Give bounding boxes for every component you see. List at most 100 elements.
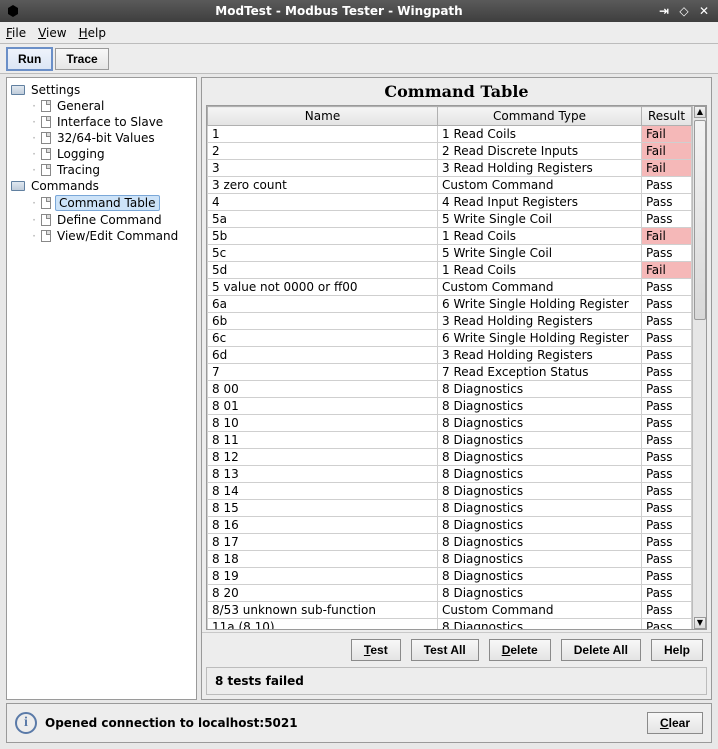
cell-type: 3 Read Holding Registers	[438, 347, 642, 364]
close-icon[interactable]: ✕	[696, 3, 712, 19]
trace-button[interactable]: Trace	[55, 48, 108, 70]
col-name[interactable]: Name	[208, 107, 438, 126]
cell-type: 1 Read Coils	[438, 126, 642, 143]
menu-view[interactable]: View	[38, 26, 66, 40]
tree-folder-commands[interactable]: Commands	[7, 178, 196, 194]
cell-type: 8 Diagnostics	[438, 619, 642, 630]
file-icon	[41, 148, 51, 160]
test-button[interactable]: Test	[351, 639, 401, 661]
tree-item[interactable]: ·Command Table	[7, 194, 196, 212]
toolbar: Run Trace	[0, 44, 718, 74]
table-row[interactable]: 8 018 DiagnosticsPass	[208, 398, 692, 415]
table-row[interactable]: 5d1 Read CoilsFail	[208, 262, 692, 279]
cell-name: 3	[208, 160, 438, 177]
vertical-scrollbar[interactable]: ▲ ▼	[692, 106, 706, 629]
table-row[interactable]: 6d3 Read Holding RegistersPass	[208, 347, 692, 364]
table-row[interactable]: 8 008 DiagnosticsPass	[208, 381, 692, 398]
cell-type: 8 Diagnostics	[438, 398, 642, 415]
table-row[interactable]: 22 Read Discrete InputsFail	[208, 143, 692, 160]
delete-all-button[interactable]: Delete All	[561, 639, 641, 661]
table-row[interactable]: 11 Read CoilsFail	[208, 126, 692, 143]
col-result[interactable]: Result	[642, 107, 692, 126]
cell-name: 8 01	[208, 398, 438, 415]
nav-tree[interactable]: Settings ·General·Interface to Slave·32/…	[6, 77, 197, 700]
table-row[interactable]: 8 198 DiagnosticsPass	[208, 568, 692, 585]
tree-item[interactable]: ·General	[7, 98, 196, 114]
cell-result: Fail	[642, 126, 692, 143]
table-row[interactable]: 8 188 DiagnosticsPass	[208, 551, 692, 568]
table-row[interactable]: 8 158 DiagnosticsPass	[208, 500, 692, 517]
table-row[interactable]: 8 118 DiagnosticsPass	[208, 432, 692, 449]
cell-type: 6 Write Single Holding Register	[438, 330, 642, 347]
table-row[interactable]: 33 Read Holding RegistersFail	[208, 160, 692, 177]
cell-name: 8 00	[208, 381, 438, 398]
table-row[interactable]: 6a6 Write Single Holding RegisterPass	[208, 296, 692, 313]
cell-name: 8/53 unknown sub-function	[208, 602, 438, 619]
table-row[interactable]: 77 Read Exception StatusPass	[208, 364, 692, 381]
clear-button[interactable]: Clear	[647, 712, 703, 734]
table-row[interactable]: 8 108 DiagnosticsPass	[208, 415, 692, 432]
menubar: File View Help	[0, 22, 718, 44]
cell-result: Pass	[642, 517, 692, 534]
menu-file[interactable]: File	[6, 26, 26, 40]
cell-type: 2 Read Discrete Inputs	[438, 143, 642, 160]
tree-item[interactable]: ·Tracing	[7, 162, 196, 178]
tree-item-label: 32/64-bit Values	[55, 131, 157, 145]
table-row[interactable]: 5a5 Write Single CoilPass	[208, 211, 692, 228]
menu-help[interactable]: Help	[79, 26, 106, 40]
file-icon	[41, 164, 51, 176]
cell-result: Pass	[642, 347, 692, 364]
table-row[interactable]: 8 168 DiagnosticsPass	[208, 517, 692, 534]
statusbar: i Opened connection to localhost:5021 Cl…	[6, 703, 712, 743]
cell-type: 8 Diagnostics	[438, 415, 642, 432]
cell-type: 8 Diagnostics	[438, 568, 642, 585]
table-row[interactable]: 8 148 DiagnosticsPass	[208, 483, 692, 500]
tree-connector-icon: ·	[27, 213, 41, 227]
table-row[interactable]: 8 208 DiagnosticsPass	[208, 585, 692, 602]
cell-type: 8 Diagnostics	[438, 517, 642, 534]
table-row[interactable]: 6c6 Write Single Holding RegisterPass	[208, 330, 692, 347]
table-row[interactable]: 44 Read Input RegistersPass	[208, 194, 692, 211]
scroll-down-icon[interactable]: ▼	[694, 617, 706, 629]
tree-item-label: Tracing	[55, 163, 102, 177]
table-row[interactable]: 8 138 DiagnosticsPass	[208, 466, 692, 483]
cell-type: 8 Diagnostics	[438, 534, 642, 551]
folder-icon	[11, 181, 25, 191]
table-row[interactable]: 5b1 Read CoilsFail	[208, 228, 692, 245]
table-row[interactable]: 6b3 Read Holding RegistersPass	[208, 313, 692, 330]
table-row[interactable]: 5 value not 0000 or ff00Custom CommandPa…	[208, 279, 692, 296]
cell-name: 8 17	[208, 534, 438, 551]
table-row[interactable]: 8 178 DiagnosticsPass	[208, 534, 692, 551]
tree-item[interactable]: ·Interface to Slave	[7, 114, 196, 130]
table-row[interactable]: 3 zero countCustom CommandPass	[208, 177, 692, 194]
scroll-thumb[interactable]	[694, 120, 706, 320]
maximize-icon[interactable]: ◇	[676, 3, 692, 19]
table-row[interactable]: 11a (8 10)8 DiagnosticsPass	[208, 619, 692, 630]
table-row[interactable]: 8 128 DiagnosticsPass	[208, 449, 692, 466]
tree-folder-settings[interactable]: Settings	[7, 82, 196, 98]
tree-connector-icon: ·	[27, 99, 41, 113]
file-icon	[41, 230, 51, 242]
command-table: Name Command Type Result 11 Read CoilsFa…	[207, 106, 692, 629]
run-button[interactable]: Run	[6, 47, 53, 71]
help-button[interactable]: Help	[651, 639, 703, 661]
cell-name: 8 10	[208, 415, 438, 432]
tree-item[interactable]: ·Logging	[7, 146, 196, 162]
scroll-up-icon[interactable]: ▲	[694, 106, 706, 118]
cell-type: 8 Diagnostics	[438, 500, 642, 517]
table-scroll[interactable]: Name Command Type Result 11 Read CoilsFa…	[207, 106, 692, 629]
tree-item[interactable]: ·View/Edit Command	[7, 228, 196, 244]
tree-item[interactable]: ·32/64-bit Values	[7, 130, 196, 146]
pin-icon[interactable]: ⇥	[656, 3, 672, 19]
test-all-button[interactable]: Test All	[411, 639, 479, 661]
cell-name: 8 11	[208, 432, 438, 449]
cell-type: 5 Write Single Coil	[438, 211, 642, 228]
col-type[interactable]: Command Type	[438, 107, 642, 126]
table-row[interactable]: 8/53 unknown sub-functionCustom CommandP…	[208, 602, 692, 619]
cell-result: Pass	[642, 398, 692, 415]
table-row[interactable]: 5c5 Write Single CoilPass	[208, 245, 692, 262]
tree-item[interactable]: ·Define Command	[7, 212, 196, 228]
delete-button[interactable]: Delete	[489, 639, 551, 661]
cell-result: Pass	[642, 381, 692, 398]
cell-name: 11a (8 10)	[208, 619, 438, 630]
